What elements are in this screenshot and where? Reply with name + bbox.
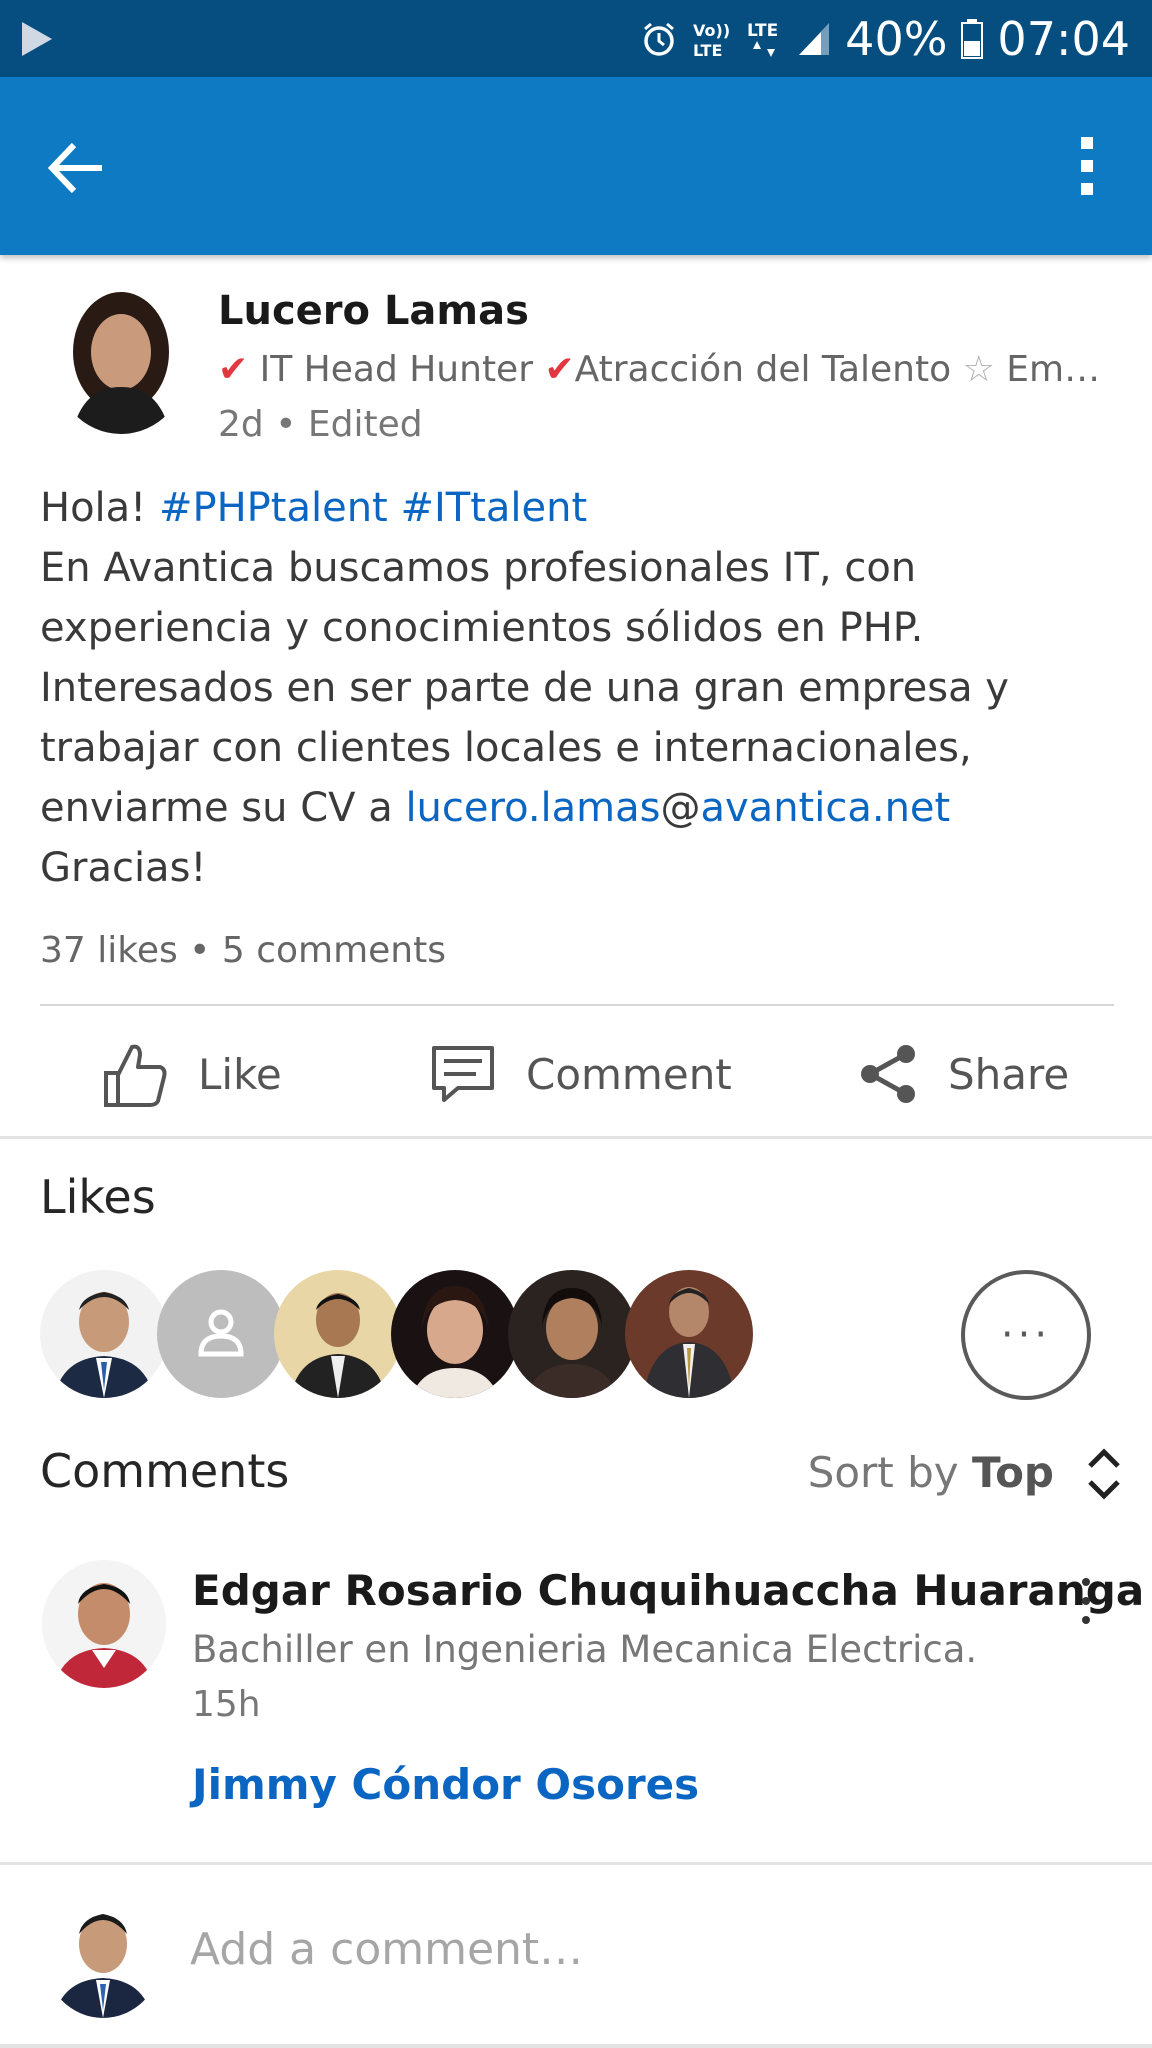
hashtag-link[interactable]: #ITtalent: [400, 485, 587, 531]
comments-title: Comments: [40, 1444, 290, 1498]
divider: [0, 1862, 1152, 1865]
share-button[interactable]: Share: [858, 1010, 1069, 1138]
add-comment-input[interactable]: Add a comment…: [190, 1924, 583, 1975]
post-text: Hola! #PHPtalent #ITtalent En Avantica b…: [40, 485, 1009, 891]
author-headline: ✔ IT Head Hunter ✔Atracción del Talento …: [218, 349, 1101, 390]
more-vert-icon[interactable]: [1062, 131, 1112, 201]
commenter-headline: Bachiller en Ingenieria Mecanica Electri…: [192, 1628, 978, 1671]
likes-comments-count[interactable]: 37 likes • 5 comments: [40, 930, 446, 971]
svg-text:LTE: LTE: [747, 21, 778, 41]
sort-chevrons-icon[interactable]: [1084, 1446, 1124, 1502]
more-likers-button[interactable]: ···: [961, 1270, 1091, 1400]
divider: [0, 1136, 1152, 1139]
divider: [40, 1004, 1114, 1006]
email-link[interactable]: lucero.lamas: [405, 785, 660, 831]
my-avatar: [44, 1894, 162, 2018]
status-bar: Vo)) LTE LTE 40% 07:04: [0, 0, 1152, 77]
liker-avatar[interactable]: [625, 1270, 753, 1398]
alarm-icon: [641, 21, 677, 57]
play-icon: [22, 22, 52, 56]
check-icon: ✔: [544, 349, 575, 390]
email-domain-link[interactable]: avantica.net: [701, 785, 951, 831]
lte-icon: LTE: [745, 19, 785, 59]
share-label: Share: [948, 1049, 1070, 1099]
post-meta: 2d • Edited: [218, 404, 423, 445]
like-label: Like: [198, 1049, 282, 1099]
signal-icon: [799, 21, 831, 57]
comment-more-icon[interactable]: [1076, 1576, 1096, 1626]
app-bar: [0, 77, 1152, 255]
author-avatar[interactable]: [52, 282, 190, 434]
like-button[interactable]: Like: [102, 1010, 282, 1138]
action-bar: Like Comment Share: [0, 1010, 1152, 1138]
liker-avatar[interactable]: [274, 1270, 402, 1398]
comment-time: 15h: [192, 1684, 261, 1725]
bottom-divider: [0, 2044, 1152, 2048]
check-icon: ✔: [218, 349, 249, 390]
thumbs-up-icon: [104, 1044, 167, 1107]
comment-label: Comment: [526, 1049, 732, 1099]
clock: 07:04: [997, 11, 1130, 66]
comment-icon: [432, 1046, 494, 1102]
liker-avatar-placeholder[interactable]: [157, 1270, 285, 1398]
comment-mention-link[interactable]: Jimmy Cóndor Osores: [192, 1760, 699, 1809]
back-arrow-icon[interactable]: [44, 133, 114, 203]
liker-avatar[interactable]: [508, 1270, 636, 1398]
battery-percent: 40%: [845, 11, 948, 66]
sort-selector[interactable]: Sort by Top: [808, 1448, 1054, 1497]
star-icon: ☆: [962, 349, 995, 390]
author-name[interactable]: Lucero Lamas: [218, 288, 529, 334]
share-icon: [861, 1045, 915, 1103]
likes-title: Likes: [40, 1170, 156, 1224]
commenter-name[interactable]: Edgar Rosario Chuquihuaccha Huaranga: [192, 1566, 1144, 1615]
svg-text:Vo)): Vo)): [693, 21, 730, 40]
liker-avatar[interactable]: [40, 1270, 168, 1398]
comment-button[interactable]: Comment: [430, 1010, 732, 1138]
svg-text:LTE: LTE: [693, 41, 722, 59]
hashtag-link[interactable]: #PHPtalent: [159, 485, 388, 531]
sort-value: Top: [972, 1448, 1054, 1497]
volte-icon: Vo)) LTE: [691, 19, 731, 59]
battery-icon: [961, 18, 984, 59]
liker-avatar[interactable]: [391, 1270, 519, 1398]
commenter-avatar[interactable]: [42, 1560, 166, 1688]
